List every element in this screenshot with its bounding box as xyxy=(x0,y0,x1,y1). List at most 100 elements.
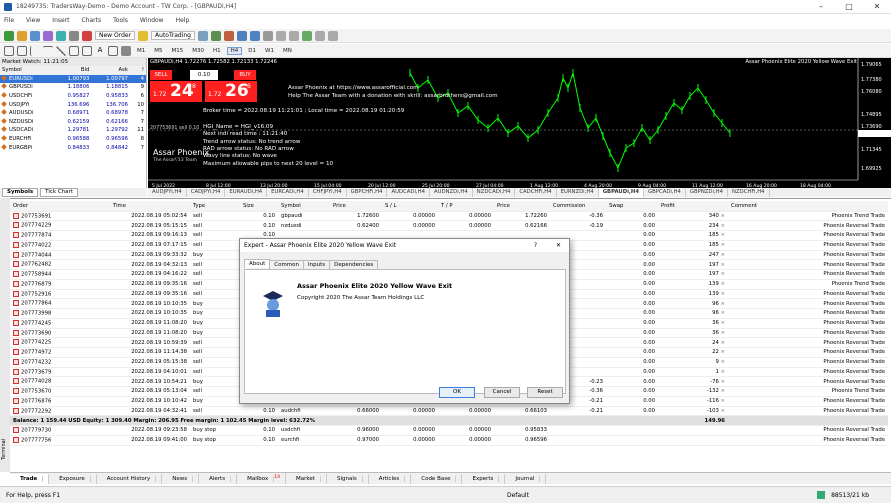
strategy-tester-icon[interactable] xyxy=(82,30,92,41)
terminal-tab[interactable]: Code Base xyxy=(411,473,463,484)
menu-file[interactable]: File xyxy=(4,17,14,24)
horizontal-line-icon[interactable] xyxy=(43,45,53,56)
timeframe-m5[interactable]: M5 xyxy=(151,48,165,54)
terminal-tab[interactable]: News xyxy=(162,473,200,484)
col-header[interactable]: Size xyxy=(240,201,278,212)
col-symbol[interactable]: Symbol xyxy=(0,66,53,75)
terminal-tab[interactable]: Signals xyxy=(327,473,369,484)
col-bid[interactable]: Bid xyxy=(52,66,92,75)
close-order-icon[interactable]: × xyxy=(719,281,725,287)
templates-icon[interactable] xyxy=(328,30,338,41)
market-watch-row[interactable]: USDCHFi 0.95827 0.95833 6 xyxy=(0,92,146,101)
tab-symbols[interactable]: Symbols xyxy=(2,188,39,197)
tab-tick-chart[interactable]: Tick Chart xyxy=(40,188,78,197)
timeframe-m1[interactable]: M1 xyxy=(134,48,148,54)
timeframe-h1[interactable]: H1 xyxy=(210,48,224,54)
chart-tab[interactable]: GBPAUDi,H4 xyxy=(598,188,645,197)
col-spread[interactable]: ! xyxy=(129,66,146,75)
close-order-icon[interactable]: × xyxy=(719,310,725,316)
timeframe-m15[interactable]: M15 xyxy=(169,48,187,54)
close-order-icon[interactable]: × xyxy=(719,213,725,219)
data-window-icon[interactable] xyxy=(43,30,53,41)
dialog-help-button[interactable]: ? xyxy=(534,239,537,252)
zoom-out-icon[interactable] xyxy=(250,30,260,41)
terminal-tab[interactable]: Articles xyxy=(369,473,412,484)
close-order-icon[interactable]: × xyxy=(719,223,725,229)
dialog-close-button[interactable]: ✕ xyxy=(556,239,561,252)
crosshair-icon[interactable] xyxy=(17,45,27,56)
terminal-tab[interactable]: Experts xyxy=(462,473,506,484)
order-row[interactable]: 207774229 2022.08.19 05:15:15 sell 0.10 nzdu… xyxy=(10,220,888,231)
cursor-icon[interactable] xyxy=(4,45,14,56)
menu-help[interactable]: Help xyxy=(176,17,190,24)
sell-button[interactable]: SELL xyxy=(150,70,172,80)
close-order-icon[interactable]: × xyxy=(719,320,725,326)
lot-size-input[interactable]: 0.10 xyxy=(190,70,218,80)
terminal-icon[interactable] xyxy=(69,30,79,41)
metaeditor-icon[interactable] xyxy=(138,30,149,41)
terminal-tab[interactable]: Account History xyxy=(97,473,163,484)
chart-tab[interactable]: AUDJPYi,H4 xyxy=(148,188,187,197)
chart-tab[interactable]: EURNZDi,H4 xyxy=(557,188,599,197)
terminal-tab[interactable]: Market xyxy=(286,473,327,484)
market-watch-row[interactable]: EURUSDi 1.00793 1.00797 4 xyxy=(0,74,146,84)
zoom-in-icon[interactable] xyxy=(237,30,247,41)
minimize-button[interactable]: – xyxy=(807,0,835,14)
terminal-tab[interactable]: Journal xyxy=(505,473,547,484)
fibonacci-icon[interactable] xyxy=(82,45,92,56)
close-order-icon[interactable]: × xyxy=(719,291,725,297)
chart-tab[interactable]: NZDCADi,H4 xyxy=(473,188,516,197)
col-header[interactable]: Comment xyxy=(728,201,888,212)
col-header[interactable]: Type xyxy=(190,201,240,212)
bar-chart-icon[interactable] xyxy=(198,30,208,41)
close-order-icon[interactable]: × xyxy=(719,408,725,414)
terminal-tab[interactable]: Trade xyxy=(10,473,50,484)
menu-view[interactable]: View xyxy=(26,17,40,24)
market-watch-row[interactable]: NZDUSDi 0.62159 0.62166 7 xyxy=(0,118,146,127)
buy-button[interactable]: BUY xyxy=(234,70,256,80)
close-order-icon[interactable]: × xyxy=(719,388,725,394)
chart-tab[interactable]: NZDCHFi,H4 xyxy=(728,188,770,197)
timeframe-mn[interactable]: MN xyxy=(280,48,295,54)
order-row[interactable]: 207777756 2022.08.19 09:41:00 buy stop 0.10… xyxy=(10,435,888,446)
close-order-icon[interactable]: × xyxy=(719,242,725,248)
col-header[interactable]: Price xyxy=(330,201,382,212)
buy-price-box[interactable]: 1.72 26 6 xyxy=(205,81,257,102)
autoscroll-icon[interactable] xyxy=(276,30,286,41)
close-order-icon[interactable]: × xyxy=(719,369,725,375)
market-watch-icon[interactable] xyxy=(30,30,40,41)
col-header[interactable]: Order xyxy=(10,201,110,212)
profiles-icon[interactable] xyxy=(17,30,27,41)
col-header[interactable]: T / P xyxy=(438,201,494,212)
menu-insert[interactable]: Insert xyxy=(52,17,69,24)
reset-button[interactable]: Reset xyxy=(527,387,563,398)
chart-shift-icon[interactable] xyxy=(289,30,299,41)
close-order-icon[interactable]: × xyxy=(719,349,725,355)
trendline-icon[interactable] xyxy=(56,45,66,56)
timeframe-h4[interactable]: H4 xyxy=(226,46,243,55)
autotrading-button[interactable]: AutoTrading xyxy=(151,31,195,40)
maximize-button[interactable]: □ xyxy=(835,0,863,14)
order-row[interactable]: 207772292 2022.08.19 04:32:41 sell 0.10 audc… xyxy=(10,406,888,417)
close-order-icon[interactable]: × xyxy=(719,359,725,365)
chart-tab[interactable]: CHFJPYi,H4 xyxy=(309,188,347,197)
periods-icon[interactable] xyxy=(315,30,325,41)
menu-window[interactable]: Window xyxy=(140,17,164,24)
market-watch-row[interactable]: EURGBPi 0.84833 0.84842 7 xyxy=(0,143,146,152)
col-header[interactable]: Price xyxy=(494,201,550,212)
close-order-icon[interactable]: × xyxy=(719,262,725,268)
col-header[interactable]: Time xyxy=(110,201,190,212)
tab-dependencies[interactable]: Dependencies xyxy=(329,260,379,269)
ok-button[interactable]: OK xyxy=(439,387,475,398)
channel-icon[interactable] xyxy=(69,45,79,56)
market-watch-row[interactable]: USDJPYi 136.696 136.706 10 xyxy=(0,100,146,109)
tile-windows-icon[interactable] xyxy=(263,30,273,41)
vertical-line-icon[interactable] xyxy=(30,45,40,56)
market-watch-row[interactable]: EURCHFi 0.96588 0.96596 8 xyxy=(0,135,146,144)
chart-area[interactable]: 1.790651.773801.760801.748951.736901.722… xyxy=(148,58,891,188)
col-header[interactable]: Commission xyxy=(550,201,606,212)
sell-price-box[interactable]: 1.72 24 8 xyxy=(150,81,202,102)
close-order-icon[interactable]: × xyxy=(719,340,725,346)
tab-inputs[interactable]: Inputs xyxy=(303,260,331,269)
chart-tab[interactable]: GBPCHFi,H4 xyxy=(347,188,388,197)
